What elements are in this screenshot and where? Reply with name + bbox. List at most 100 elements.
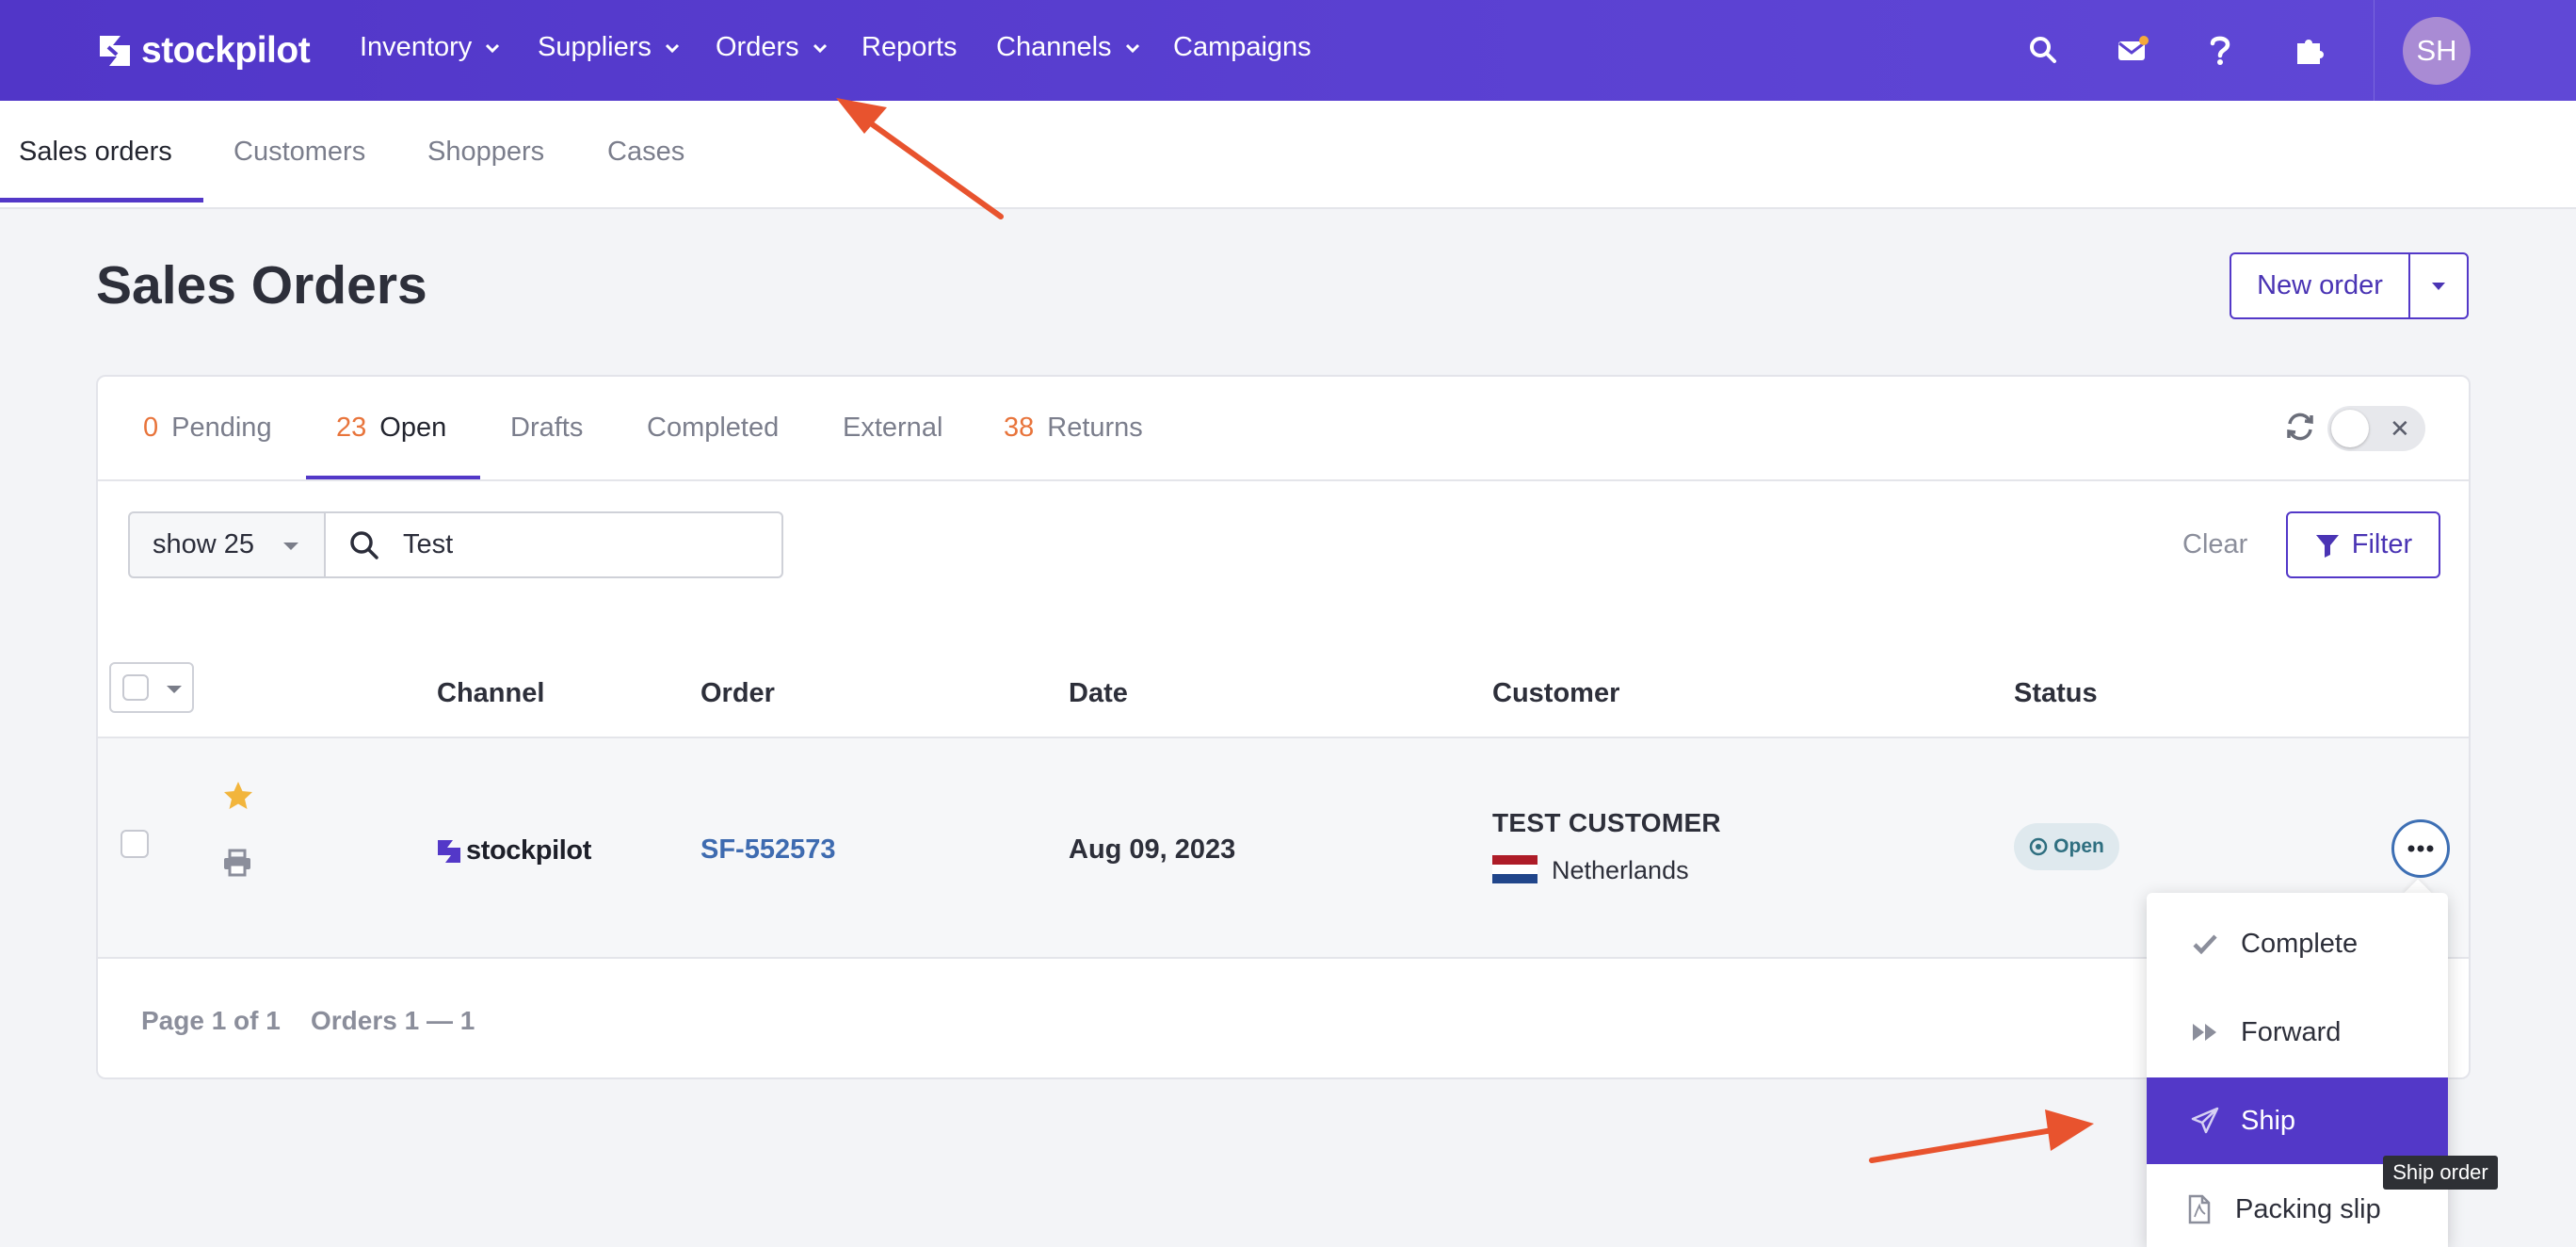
filter-button-label: Filter xyxy=(2351,529,2413,559)
caret-down-icon xyxy=(283,543,298,550)
menu-item-forward[interactable]: Forward xyxy=(2147,989,2448,1076)
menu-item-label: Complete xyxy=(2241,928,2359,959)
annotation-arrow-ship xyxy=(1869,1109,2094,1163)
caret-down-icon xyxy=(2432,282,2445,290)
subtab-shoppers[interactable]: Shoppers xyxy=(427,137,544,168)
new-order-dropdown-toggle[interactable] xyxy=(2410,254,2467,317)
channel-name: stockpilot xyxy=(466,835,591,866)
column-header-order[interactable]: Order xyxy=(700,678,775,709)
tab-label: Open xyxy=(379,413,447,443)
select-all-control[interactable] xyxy=(109,662,194,713)
tab-label: External xyxy=(843,413,943,443)
print-icon[interactable] xyxy=(222,848,252,878)
nav-orders[interactable]: Orders xyxy=(716,32,828,63)
help-icon[interactable] xyxy=(2201,31,2239,69)
column-header-status[interactable]: Status xyxy=(2014,678,2098,709)
tab-label: Completed xyxy=(647,413,780,443)
menu-item-complete[interactable]: Complete xyxy=(2147,900,2448,987)
order-number-link[interactable]: SF-552573 xyxy=(700,834,836,866)
page-size-select[interactable]: show 25 xyxy=(128,511,326,578)
nav-channels[interactable]: Channels xyxy=(996,32,1140,63)
brand-name: stockpilot xyxy=(141,30,311,71)
chevron-down-icon xyxy=(486,43,500,53)
menu-item-ship[interactable]: Ship xyxy=(2147,1077,2448,1164)
tab-count: 0 xyxy=(143,413,159,443)
customer-name: TEST CUSTOMER xyxy=(1492,808,1721,837)
navbar-divider xyxy=(2374,0,2375,101)
new-order-button-group: New order xyxy=(2230,252,2469,319)
more-horizontal-icon xyxy=(2407,845,2434,852)
filter-button[interactable]: Filter xyxy=(2286,511,2440,578)
status-label: Open xyxy=(2053,835,2104,857)
fast-forward-icon xyxy=(2193,1024,2216,1041)
nav-campaigns[interactable]: Campaigns xyxy=(1173,32,1312,63)
chevron-down-icon xyxy=(665,43,679,53)
customer-country: Netherlands xyxy=(1552,856,1689,884)
menu-item-label: Forward xyxy=(2241,1016,2342,1047)
tab-label: Pending xyxy=(171,413,272,443)
select-all-checkbox[interactable] xyxy=(122,674,149,701)
status-badge: Open xyxy=(2014,823,2119,870)
nav-suppliers[interactable]: Suppliers xyxy=(538,32,680,63)
caret-down-icon[interactable] xyxy=(166,685,183,694)
sub-navbar: Sales orders Customers Shoppers Cases xyxy=(0,101,2576,209)
star-icon[interactable] xyxy=(222,780,254,812)
row-actions-button[interactable] xyxy=(2391,819,2450,878)
tab-drafts[interactable]: Drafts xyxy=(510,413,583,444)
pagination-orders-info: Orders 1 — 1 xyxy=(311,1006,475,1035)
tab-open[interactable]: 23 Open xyxy=(336,413,446,444)
row-checkbox[interactable] xyxy=(121,830,149,858)
top-navbar: stockpilot Inventory Suppliers Orders Re… xyxy=(0,0,2576,101)
nav-channels-label: Channels xyxy=(996,32,1112,62)
chevron-down-icon xyxy=(813,43,827,53)
tab-pending[interactable]: 0 Pending xyxy=(143,413,272,444)
search-input[interactable] xyxy=(401,528,744,561)
subtab-customers[interactable]: Customers xyxy=(233,137,365,168)
filter-funnel-icon xyxy=(2315,534,2339,558)
search-icon xyxy=(350,530,378,559)
search-field[interactable] xyxy=(324,511,783,578)
nav-reports[interactable]: Reports xyxy=(861,32,958,63)
new-order-button[interactable]: New order xyxy=(2231,254,2410,317)
tab-count: 23 xyxy=(336,413,367,443)
column-header-channel[interactable]: Channel xyxy=(437,678,544,709)
clear-filters-link[interactable]: Clear xyxy=(2182,529,2247,560)
page-size-value: show 25 xyxy=(153,529,255,559)
pdf-file-icon xyxy=(2188,1194,2211,1224)
pagination-page-info: Page 1 of 1 xyxy=(141,1006,281,1035)
column-header-date[interactable]: Date xyxy=(1069,678,1128,709)
auto-refresh-toggle[interactable]: ✕ xyxy=(2327,406,2425,451)
channel-logo: stockpilot xyxy=(436,835,591,866)
mail-icon[interactable] xyxy=(2114,31,2151,69)
tab-count: 38 xyxy=(1004,413,1035,443)
subtab-cases[interactable]: Cases xyxy=(607,137,684,168)
nav-inventory[interactable]: Inventory xyxy=(360,32,500,63)
search-icon[interactable] xyxy=(2024,31,2062,69)
logo-mark-icon xyxy=(438,839,460,863)
nav-orders-label: Orders xyxy=(716,32,799,62)
page-title: Sales Orders xyxy=(96,255,427,316)
nav-inventory-label: Inventory xyxy=(360,32,473,62)
brand-logo[interactable]: stockpilot xyxy=(96,28,311,73)
subtab-sales-orders[interactable]: Sales orders xyxy=(19,137,172,168)
tab-external[interactable]: External xyxy=(843,413,942,444)
netherlands-flag-icon xyxy=(1492,855,1538,883)
ship-order-tooltip: Ship order xyxy=(2383,1156,2498,1190)
close-icon: ✕ xyxy=(2390,414,2410,443)
nav-suppliers-label: Suppliers xyxy=(538,32,652,62)
logo-mark-icon xyxy=(100,36,130,66)
column-header-customer[interactable]: Customer xyxy=(1492,678,1619,709)
user-avatar[interactable]: SH xyxy=(2403,17,2471,85)
puzzle-icon[interactable] xyxy=(2291,31,2328,69)
order-date: Aug 09, 2023 xyxy=(1069,834,1236,865)
tabs-divider xyxy=(98,479,2469,481)
refresh-icon[interactable] xyxy=(2282,409,2318,445)
tab-completed[interactable]: Completed xyxy=(647,413,779,444)
paper-plane-icon xyxy=(2191,1107,2219,1134)
tab-label: Drafts xyxy=(510,413,584,443)
check-icon xyxy=(2193,934,2217,955)
subtab-active-indicator xyxy=(0,198,203,202)
tab-returns[interactable]: 38 Returns xyxy=(1004,413,1143,444)
menu-item-label: Packing slip xyxy=(2235,1193,2381,1224)
status-open-icon xyxy=(2029,837,2048,856)
